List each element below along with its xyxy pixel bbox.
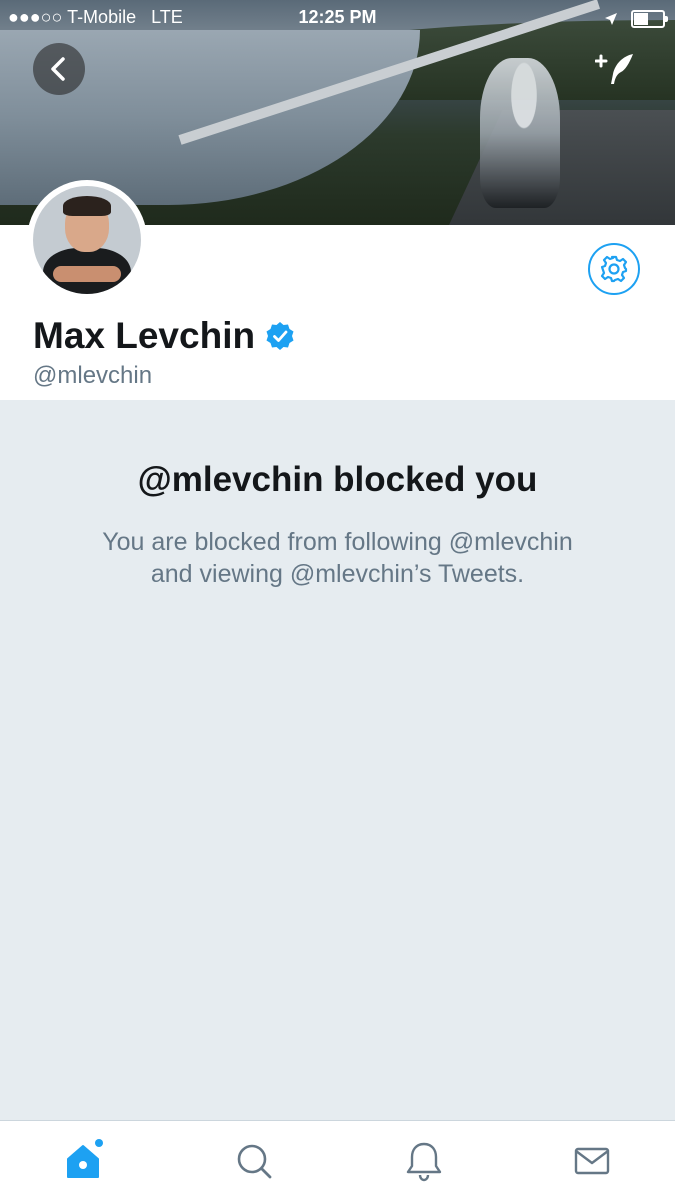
blocked-title: @mlevchin blocked you [137,460,538,499]
bottom-tab-bar [0,1120,675,1200]
profile-avatar[interactable] [27,180,147,300]
header-photo-cyclist [480,58,560,208]
profile-settings-button[interactable] [588,243,640,295]
status-right-group [604,8,668,29]
compose-feather-icon [594,54,633,84]
search-icon [237,1144,272,1179]
display-name-text: Max Levchin [33,315,256,356]
tab-notifications[interactable] [402,1139,446,1183]
avatar-image [33,186,141,294]
tab-messages[interactable] [570,1139,614,1183]
back-button[interactable] [33,43,85,95]
status-time: 12:25 PM [298,7,377,27]
battery-icon [631,10,668,29]
tab-search[interactable] [232,1139,276,1183]
status-bar: ●●●○○ T-Mobile LTE 12:25 PM [0,0,675,36]
avatar-arms [53,266,121,282]
blocked-message-line2: and viewing @mlevchin’s Tweets. [150,560,525,588]
tab-home[interactable] [63,1139,107,1183]
verified-badge-icon [266,322,294,350]
profile-handle: @mlevchin [33,362,153,389]
home-icon [67,1139,103,1178]
blocked-message: You are blocked from following @mlevchin… [0,526,675,590]
profile-display-name: Max Levchin [33,315,295,357]
gear-icon [600,255,628,283]
blocked-message-line1: You are blocked from following @mlevchin [102,528,573,556]
compose-tweet-button[interactable] [594,50,639,90]
chevron-left-icon [51,57,65,81]
avatar-hair [63,196,111,216]
location-arrow-icon [604,13,617,26]
messages-envelope-icon [574,1147,610,1175]
notifications-bell-icon [406,1142,442,1182]
new-content-dot [95,1139,103,1147]
